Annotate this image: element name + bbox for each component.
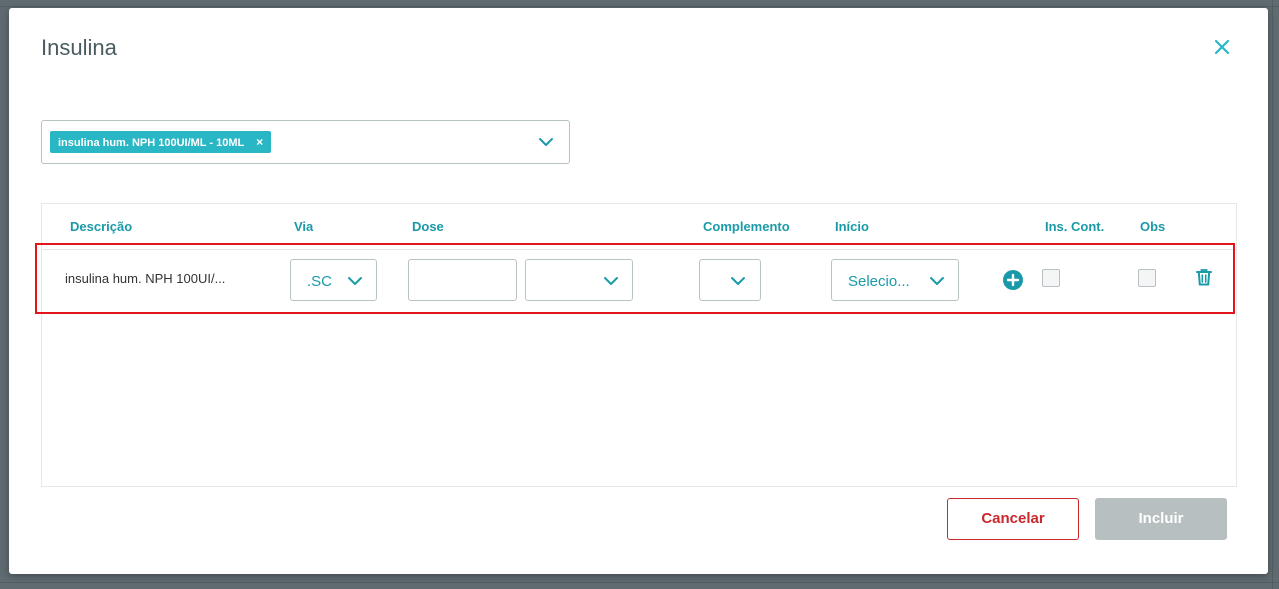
cancel-button[interactable]: Cancelar	[947, 498, 1079, 540]
header-complemento: Complemento	[703, 219, 790, 234]
header-via: Via	[294, 219, 314, 234]
close-icon[interactable]	[1212, 37, 1232, 57]
remove-tag-icon[interactable]: ×	[256, 135, 263, 149]
header-obs: Obs	[1140, 219, 1166, 234]
tag-label: insulina hum. NPH 100UI/ML - 10ML	[58, 137, 245, 149]
selected-medication-tag: insulina hum. NPH 100UI/ML - 10ML ×	[50, 131, 272, 153]
chevron-down-icon[interactable]	[537, 133, 555, 151]
row-highlight-box	[35, 243, 1235, 314]
modal-title: Insulina	[41, 35, 117, 60]
header-ins-cont: Ins. Cont.	[1045, 219, 1105, 234]
header-inicio: Início	[835, 219, 869, 234]
include-button[interactable]: Incluir	[1095, 498, 1227, 540]
header-dose: Dose	[412, 219, 444, 234]
header-descricao: Descrição	[70, 219, 133, 234]
medication-multiselect[interactable]: insulina hum. NPH 100UI/ML - 10ML ×	[41, 120, 570, 164]
